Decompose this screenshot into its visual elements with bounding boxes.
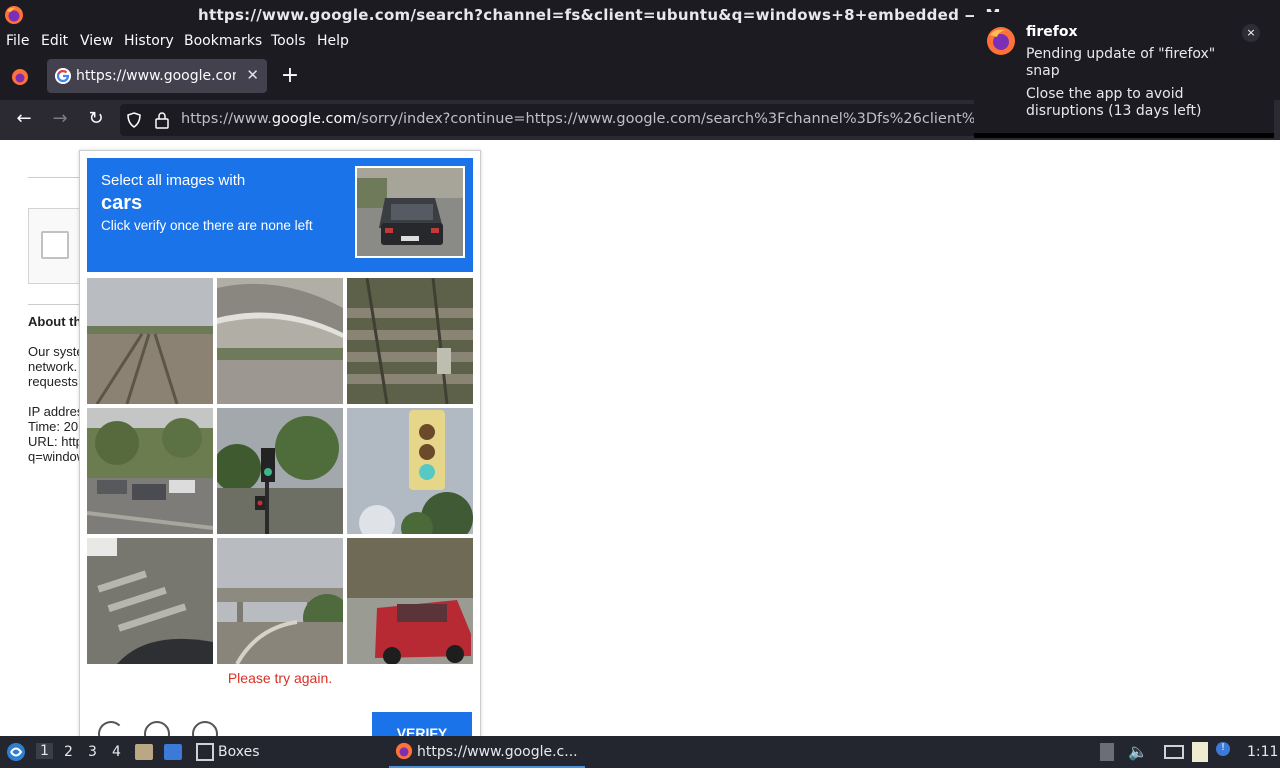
firefox-view-icon[interactable] bbox=[10, 67, 30, 87]
boxes-launcher[interactable]: Boxes bbox=[218, 744, 260, 760]
google-favicon-icon bbox=[55, 68, 71, 84]
firefox-logo-icon bbox=[5, 6, 23, 24]
tile-overpass[interactable] bbox=[217, 278, 343, 404]
menu-bookmarks[interactable]: Bookmarks bbox=[184, 33, 262, 49]
reload-icon[interactable]: ↻ bbox=[84, 108, 108, 132]
tab-google-sorry[interactable]: https://www.google.com/sorry/index ✕ bbox=[47, 59, 267, 93]
tile-road-bridge[interactable] bbox=[217, 538, 343, 664]
firefox-logo-icon bbox=[395, 742, 413, 760]
notification-body: Pending update of "firefox" snap bbox=[1026, 46, 1216, 79]
task-label: https://www.google.c... bbox=[417, 744, 578, 760]
url-text[interactable]: https://www.google.com/sorry/index?conti… bbox=[181, 111, 980, 127]
menu-view[interactable]: View bbox=[80, 33, 113, 49]
tile-traffic-light-palm[interactable] bbox=[217, 408, 343, 534]
workspace-4[interactable]: 4 bbox=[112, 744, 121, 760]
window-title: https://www.google.com/search?channel=fs… bbox=[198, 6, 1001, 24]
desktop-icon[interactable] bbox=[164, 744, 182, 760]
tile-crosswalk[interactable] bbox=[87, 538, 213, 664]
workspace-3[interactable]: 3 bbox=[88, 744, 97, 760]
captcha-header: Select all images with cars Click verify… bbox=[87, 158, 473, 272]
audio-challenge-icon[interactable] bbox=[144, 721, 170, 736]
menu-edit[interactable]: Edit bbox=[41, 33, 68, 49]
clipboard-icon[interactable] bbox=[1192, 742, 1208, 762]
page-content: About th Our syste network. requests IP … bbox=[0, 140, 1280, 736]
taskbar-firefox-window[interactable]: https://www.google.c... bbox=[389, 736, 585, 768]
workspace-1[interactable]: 1 bbox=[36, 743, 53, 759]
tab-label: https://www.google.com/sorry/index bbox=[76, 68, 236, 84]
about-text-line: Our syste bbox=[28, 344, 84, 359]
captcha-keyword: cars bbox=[101, 192, 143, 214]
reload-challenge-icon[interactable] bbox=[98, 721, 124, 736]
boxes-icon[interactable] bbox=[196, 743, 214, 761]
notification-close-icon[interactable]: × bbox=[1242, 24, 1260, 42]
captcha-error: Please try again. bbox=[227, 670, 333, 686]
about-text-line: network. bbox=[28, 359, 78, 374]
notification-title: firefox bbox=[1026, 24, 1078, 40]
menu-help[interactable]: Help bbox=[317, 33, 349, 49]
taskbar: 1 2 3 4 Boxes https://www.google.c... 🔈 … bbox=[0, 736, 1280, 768]
url-line: q=window bbox=[28, 449, 87, 464]
back-arrow-icon[interactable]: ← bbox=[12, 108, 36, 132]
verify-button[interactable]: VERIFY bbox=[372, 712, 472, 736]
tile-parked-cars[interactable] bbox=[87, 408, 213, 534]
firefox-logo-icon bbox=[987, 27, 1015, 55]
recaptcha-checkbox[interactable] bbox=[41, 231, 69, 259]
about-heading: About th bbox=[28, 314, 82, 329]
tray-updates-icon[interactable] bbox=[1100, 743, 1114, 761]
ip-address-line: IP addres bbox=[28, 404, 84, 419]
menu-history[interactable]: History bbox=[124, 33, 174, 49]
notification-tray-icon[interactable]: ! bbox=[1216, 742, 1230, 756]
tile-red-car[interactable] bbox=[347, 538, 473, 664]
start-menu-icon[interactable] bbox=[6, 742, 26, 762]
tile-rail-tracks[interactable] bbox=[87, 278, 213, 404]
update-notification[interactable]: firefox Pending update of "firefox" snap… bbox=[974, 12, 1274, 138]
captcha-instruction: Select all images with bbox=[101, 172, 246, 189]
new-tab-button[interactable]: + bbox=[280, 63, 300, 88]
network-icon[interactable] bbox=[1164, 745, 1184, 759]
tab-close-icon[interactable]: ✕ bbox=[246, 66, 259, 84]
url-bar[interactable]: https://www.google.com/sorry/index?conti… bbox=[120, 104, 980, 136]
shield-icon[interactable] bbox=[126, 112, 142, 128]
menu-file[interactable]: File bbox=[6, 33, 29, 49]
workspace-2[interactable]: 2 bbox=[64, 744, 73, 760]
menu-tools[interactable]: Tools bbox=[271, 33, 306, 49]
volume-icon[interactable]: 🔈 bbox=[1128, 742, 1148, 761]
captcha-hint: Click verify once there are none left bbox=[101, 218, 313, 233]
clock: 1:11 bbox=[1247, 744, 1279, 760]
captcha-sample-image bbox=[355, 166, 465, 258]
file-manager-icon[interactable] bbox=[135, 744, 153, 760]
notification-body-detail: Close the app to avoid disruptions (13 d… bbox=[1026, 86, 1202, 119]
time-line: Time: 20 bbox=[28, 419, 79, 434]
captcha-challenge: Select all images with cars Click verify… bbox=[79, 150, 481, 736]
about-text-line: requests bbox=[28, 374, 78, 389]
tile-traffic-light[interactable] bbox=[347, 408, 473, 534]
lock-icon[interactable] bbox=[154, 111, 170, 129]
forward-arrow-icon[interactable]: → bbox=[48, 108, 72, 132]
info-icon[interactable] bbox=[192, 721, 218, 736]
url-line: URL: http bbox=[28, 434, 83, 449]
tile-stairs[interactable] bbox=[347, 278, 473, 404]
